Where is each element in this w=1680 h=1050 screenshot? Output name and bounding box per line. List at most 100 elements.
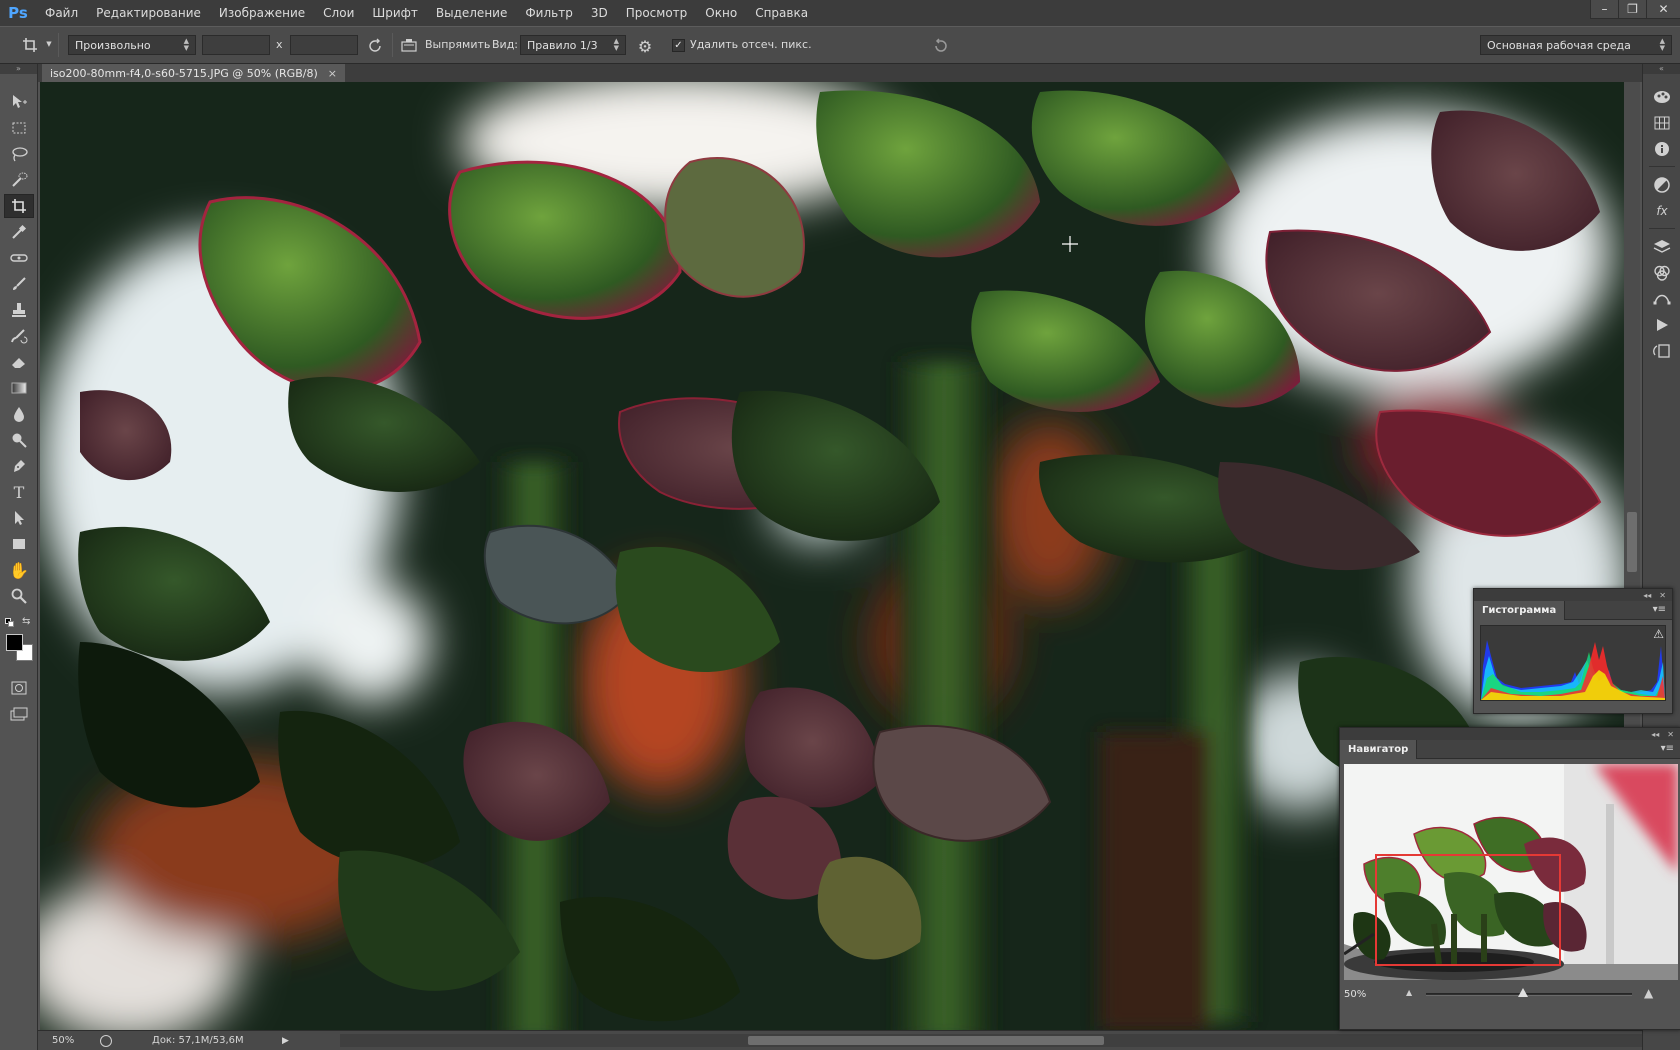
collapse-dock-icon[interactable]: «	[1643, 64, 1680, 74]
straighten-button[interactable]: Выпрямить	[425, 38, 490, 51]
crop-icon[interactable]	[4, 194, 34, 218]
zoom-out-icon[interactable]: ▲	[1406, 988, 1412, 997]
gear-icon[interactable]: ⚙	[634, 35, 656, 57]
straighten-icon[interactable]	[398, 36, 420, 56]
brush-icon[interactable]	[4, 272, 34, 296]
lasso-icon[interactable]	[4, 142, 34, 166]
layers-icon[interactable]	[1649, 236, 1675, 258]
swatches-icon[interactable]	[1649, 112, 1675, 134]
quick-select-icon[interactable]	[4, 168, 34, 192]
type-icon[interactable]: T	[4, 480, 34, 504]
navigator-zoom-value[interactable]: 50%	[1344, 989, 1366, 1000]
collapse-panel-icon[interactable]: ◂◂	[1643, 591, 1651, 600]
foreground-color-swatch[interactable]	[6, 634, 23, 651]
horizontal-scrollbar-thumb[interactable]	[748, 1036, 1104, 1045]
collapse-tools-icon[interactable]: »	[0, 64, 37, 74]
screen-mode-icon[interactable]	[4, 702, 34, 726]
panel-header-bar: ◂◂ ✕	[1340, 728, 1680, 740]
menu-window[interactable]: Окно	[696, 0, 746, 26]
close-button[interactable]: ✕	[1646, 0, 1680, 19]
times-label: x	[276, 38, 283, 51]
histogram-warning-icon[interactable]: ⚠	[1653, 627, 1664, 641]
hand-icon[interactable]: ✋	[4, 558, 34, 582]
marquee-icon[interactable]	[4, 116, 34, 140]
color-panel-icon[interactable]	[1649, 86, 1675, 108]
divider	[1649, 166, 1675, 167]
styles-icon[interactable]: fx	[1649, 200, 1675, 222]
navigator-tab[interactable]: Навигатор	[1340, 740, 1418, 759]
menu-help[interactable]: Справка	[746, 0, 817, 26]
paths-icon[interactable]	[1649, 288, 1675, 310]
stamp-icon[interactable]	[4, 298, 34, 322]
quick-mask-icon[interactable]	[4, 676, 34, 700]
ratio-select-value: Произвольно	[75, 38, 151, 52]
channels-icon[interactable]	[1649, 262, 1675, 284]
history-brush-icon[interactable]	[4, 324, 34, 348]
rectangle-icon[interactable]	[4, 532, 34, 556]
swap-dimensions-icon[interactable]	[364, 35, 386, 57]
actions-icon[interactable]	[1649, 314, 1675, 336]
close-panel-icon[interactable]: ✕	[1667, 730, 1674, 739]
navigator-zoom-slider-thumb[interactable]	[1517, 988, 1528, 997]
menu-select[interactable]: Выделение	[427, 0, 516, 26]
updown-icon: ▲ ▼	[183, 37, 189, 52]
status-menu-arrow[interactable]: ▶	[282, 1036, 289, 1046]
panel-menu-icon[interactable]: ▾≡	[1661, 743, 1674, 754]
navigator-view-rectangle[interactable]	[1375, 854, 1561, 966]
zoom-icon[interactable]	[4, 584, 34, 608]
swap-colors-icon[interactable]: ⇆	[22, 616, 30, 627]
panel-menu-icon[interactable]: ▾≡	[1653, 604, 1666, 615]
minimize-button[interactable]: –	[1590, 0, 1618, 19]
delete-cropped-label: Удалить отсеч. пикс.	[690, 38, 812, 51]
close-tab-icon[interactable]: ×	[328, 67, 337, 80]
default-colors-icon[interactable]	[5, 618, 15, 628]
collapse-panel-icon[interactable]: ◂◂	[1651, 730, 1659, 739]
navigator-preview[interactable]	[1344, 764, 1678, 980]
overlay-view-select[interactable]: Правило 1/3 ▲ ▼	[520, 35, 626, 55]
eraser-icon[interactable]	[4, 350, 34, 374]
menu-file[interactable]: Файл	[36, 0, 87, 26]
ratio-select[interactable]: Произвольно ▲ ▼	[68, 35, 196, 55]
menu-edit[interactable]: Редактирование	[87, 0, 210, 26]
horizontal-scrollbar[interactable]	[340, 1034, 1660, 1047]
adjustments-icon[interactable]	[1649, 174, 1675, 196]
menu-image[interactable]: Изображение	[210, 0, 314, 26]
move-icon[interactable]	[4, 90, 34, 114]
close-panel-icon[interactable]: ✕	[1659, 591, 1666, 600]
eyedropper-icon[interactable]	[4, 220, 34, 244]
path-select-icon[interactable]	[4, 506, 34, 530]
menu-layers[interactable]: Слои	[314, 0, 363, 26]
gradient-icon[interactable]	[4, 376, 34, 400]
vertical-scrollbar-thumb[interactable]	[1627, 512, 1637, 572]
info-icon[interactable]	[1649, 138, 1675, 160]
updown-icon: ▲ ▼	[613, 37, 619, 52]
photoshop-logo: Ps	[8, 4, 28, 22]
status-zoom-level[interactable]: 50%	[52, 1035, 90, 1046]
view-label: Вид:	[492, 38, 519, 51]
tools-panel: » T ✋ ⇆	[0, 64, 38, 1050]
reset-crop-icon[interactable]	[930, 35, 952, 57]
menu-3d[interactable]: 3D	[582, 0, 617, 26]
histogram-tab[interactable]: Гистограмма	[1474, 601, 1566, 620]
panel-tab-row: Навигатор ▾≡	[1340, 740, 1680, 759]
delete-cropped-checkbox[interactable]: ✓	[672, 39, 685, 52]
dodge-icon[interactable]	[4, 428, 34, 452]
restore-button[interactable]: ❐	[1618, 0, 1646, 19]
menu-filter[interactable]: Фильтр	[516, 0, 581, 26]
chevron-down-icon[interactable]: ▼	[44, 39, 54, 49]
navigator-zoom-slider[interactable]	[1426, 993, 1632, 996]
crop-height-input[interactable]	[290, 35, 358, 55]
healing-icon[interactable]	[4, 246, 34, 270]
pen-icon[interactable]	[4, 454, 34, 478]
crop-tool-preset-icon[interactable]	[18, 33, 42, 57]
history-icon[interactable]	[1649, 340, 1675, 362]
menu-type[interactable]: Шрифт	[363, 0, 427, 26]
status-info-icon[interactable]	[100, 1034, 112, 1047]
panel-tab-row: Гистограмма ▾≡	[1474, 601, 1672, 620]
zoom-in-icon[interactable]: ▲	[1644, 986, 1653, 1000]
document-tab[interactable]: iso200-80mm-f4,0-s60-5715.JPG @ 50% (RGB…	[42, 64, 345, 82]
blur-icon[interactable]	[4, 402, 34, 426]
menu-view[interactable]: Просмотр	[617, 0, 697, 26]
crop-width-input[interactable]	[202, 35, 270, 55]
workspace-select[interactable]: Основная рабочая среда ▲ ▼	[1480, 35, 1672, 55]
